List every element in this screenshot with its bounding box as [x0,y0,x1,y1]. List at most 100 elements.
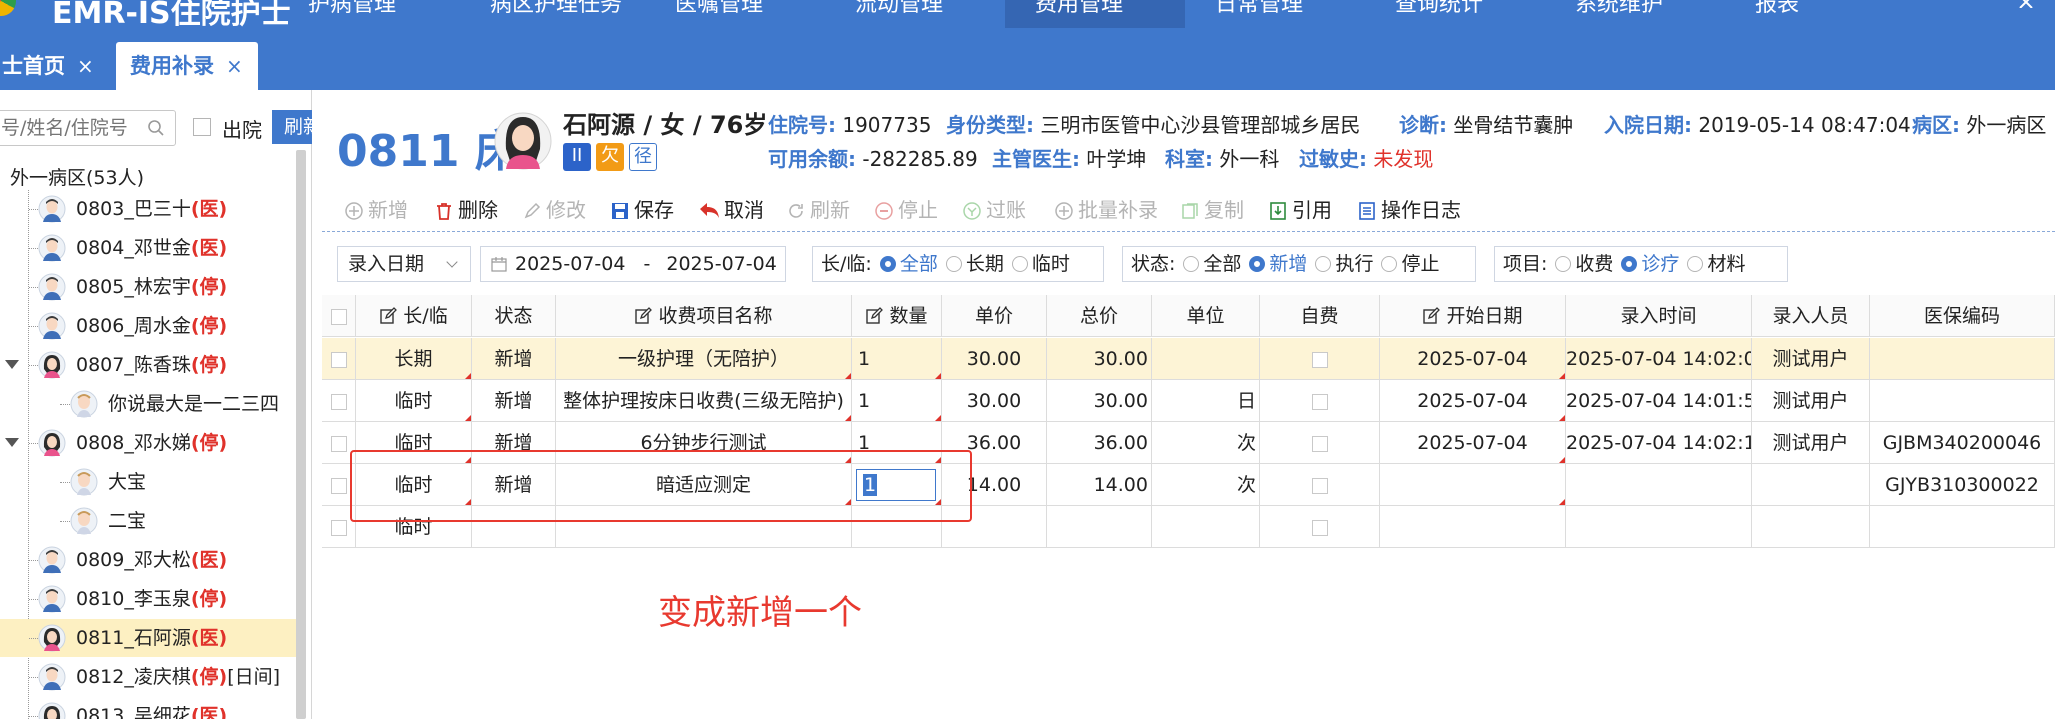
row-checkbox[interactable] [1311,435,1328,452]
cell-entry-time[interactable]: 2025-07-04 14:02:18 [1566,422,1752,464]
nav-item-orders[interactable]: 医嘱管理 [675,0,763,18]
tree-node-patient[interactable]: 0804_邓世金(医) [0,229,296,267]
nav-item-nursing[interactable]: 护病管理 [308,0,396,18]
column-header-total-price[interactable]: 总价 [1047,295,1152,337]
cell-long-temp[interactable]: 临时 [356,380,472,422]
tree-node-patient[interactable]: 0805_林宏宇(停) [0,268,296,306]
radio-long-temp-all[interactable] [879,256,896,272]
nav-item-ward-tasks[interactable]: 病区护理任务 [490,0,622,18]
cell-item-name[interactable]: 一级护理（无陪护） [556,338,852,380]
cell-start-date[interactable]: 2025-07-04 [1380,380,1566,422]
cell-total-price[interactable] [1047,506,1152,548]
tree-node-patient[interactable]: 0813_吴细花(医) [0,697,296,719]
cell-insurance-code[interactable] [1870,506,2055,548]
cell-entered-by[interactable] [1752,464,1870,506]
nav-item-billing[interactable]: 费用管理 [1035,0,1123,18]
table-row[interactable]: 临时 新增 整体护理按床日收费(三级无陪护) 1 30.00 30.00 日 2025-07-… [322,380,2055,422]
column-header-insurance-code[interactable]: 医保编码 [1870,295,2055,337]
radio-status-stop[interactable] [1381,256,1398,272]
cell-long-temp[interactable]: 长期 [356,338,472,380]
column-header-entry-time[interactable]: 录入时间 [1566,295,1752,337]
cell-unit[interactable]: 次 [1152,422,1260,464]
select-all-cell[interactable] [322,295,356,337]
radio-label[interactable]: 新增 [1269,253,1307,275]
cell-insurance-code[interactable] [1870,380,2055,422]
discharge-checkbox[interactable] [193,118,211,136]
radio-label[interactable]: 全部 [1203,253,1241,275]
cell-entered-by[interactable]: 测试用户 [1752,338,1870,380]
row-checkbox[interactable] [330,435,347,452]
radio-item-charge[interactable] [1555,256,1572,272]
cell-insurance-code[interactable] [1870,338,2055,380]
radio-long-temp-temp[interactable] [1011,256,1028,272]
tree-node-patient[interactable]: 0810_李玉泉(停) [0,580,296,618]
row-checkbox[interactable] [1311,351,1328,368]
save-button[interactable]: 保存 [610,196,674,224]
nav-item-query[interactable]: 查询统计 [1395,0,1483,18]
cell-unit-price[interactable]: 30.00 [942,380,1047,422]
nav-item-system[interactable]: 系统维护 [1575,0,1663,18]
cell-start-date[interactable] [1380,506,1566,548]
tree-node-patient[interactable]: 0808_邓水娣(停) [0,424,296,462]
close-icon[interactable]: × [77,54,94,78]
cell-self-pay[interactable] [1260,506,1380,548]
cell-unit[interactable] [1152,338,1260,380]
cell-unit[interactable] [1152,506,1260,548]
cell-entered-by[interactable]: 测试用户 [1752,422,1870,464]
table-row[interactable]: 长期 新增 一级护理（无陪护） 1 30.00 30.00 2025-07-04 2025-0… [322,338,2055,380]
row-checkbox[interactable] [1311,477,1328,494]
copy-button[interactable]: 复制 [1180,196,1244,224]
tree-node-patient[interactable]: 大宝 [0,463,296,501]
column-header-start-date[interactable]: 开始日期 [1380,295,1566,337]
row-checkbox[interactable] [330,519,347,536]
cell-self-pay[interactable] [1260,380,1380,422]
nav-item-daily[interactable]: 日常管理 [1215,0,1303,18]
column-header-self-pay[interactable]: 自费 [1260,295,1380,337]
row-checkbox[interactable] [330,477,347,494]
tree-node-patient[interactable]: 0807_陈香珠(停) [0,346,296,384]
batch-supplement-button[interactable]: 批量补录 [1054,196,1158,224]
column-header-long-temp[interactable]: 长/临 [356,295,472,337]
close-window-icon[interactable] [2018,0,2034,8]
tree-node-patient[interactable]: 0811_石阿源(医) [0,619,296,657]
cell-start-date[interactable]: 2025-07-04 [1380,422,1566,464]
cell-item-name[interactable]: 整体护理按床日收费(三级无陪护) [556,380,852,422]
radio-label[interactable]: 材料 [1707,253,1745,275]
sidebar-scrollbar[interactable] [296,150,306,719]
row-checkbox[interactable] [330,308,347,325]
cell-total-price[interactable]: 36.00 [1047,422,1152,464]
radio-status-exec[interactable] [1315,256,1332,272]
modify-button[interactable]: 修改 [522,196,586,224]
column-header-status[interactable]: 状态 [472,295,556,337]
radio-label[interactable]: 停止 [1401,253,1439,275]
radio-label[interactable]: 长期 [966,253,1004,275]
tree-node-patient[interactable]: 你说最大是一二三四 [0,385,296,423]
row-checkbox[interactable] [1311,393,1328,410]
radio-long-temp-long[interactable] [945,256,962,272]
column-header-entered-by[interactable]: 录入人员 [1752,295,1870,337]
radio-status-all[interactable] [1183,256,1200,272]
radio-label[interactable]: 收费 [1575,253,1613,275]
tree-node-patient[interactable]: 二宝 [0,502,296,540]
cancel-button[interactable]: 取消 [698,196,764,224]
ward-root-node[interactable]: 外一病区(53人) [10,163,144,190]
date-from[interactable]: 2025-07-04 [515,253,625,275]
column-header-item-name[interactable]: 收费项目名称 [556,295,852,337]
collapse-toggle-icon[interactable] [5,438,19,447]
cell-entry-time[interactable] [1566,464,1752,506]
collapse-toggle-icon[interactable] [5,360,19,369]
column-header-unit-price[interactable]: 单价 [942,295,1047,337]
radio-item-material[interactable] [1687,256,1704,272]
radio-item-treatment[interactable] [1621,256,1638,272]
tab-nurse-home[interactable]: 士首页 × [0,42,104,90]
cell-insurance-code[interactable]: GJYB310300022 [1870,464,2055,506]
cell-entry-time[interactable] [1566,506,1752,548]
close-icon[interactable]: × [226,54,243,78]
row-select-cell[interactable] [322,338,356,380]
cell-start-date[interactable]: 2025-07-04 [1380,338,1566,380]
add-button[interactable]: 新增 [344,196,408,224]
radio-label[interactable]: 临时 [1032,253,1070,275]
patient-search-input[interactable] [1,115,141,141]
column-header-unit[interactable]: 单位 [1152,295,1260,337]
cell-entry-time[interactable]: 2025-07-04 14:02:09 [1566,338,1752,380]
